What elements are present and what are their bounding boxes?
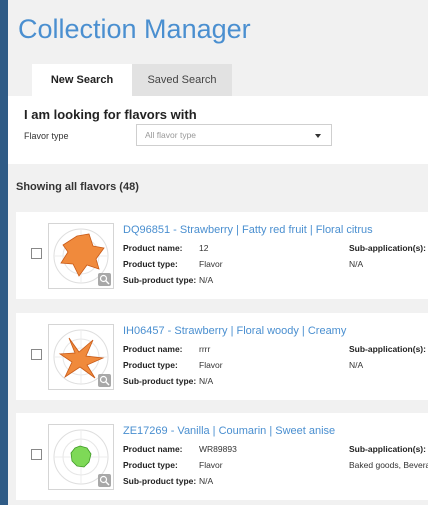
result-card: IH06457 - Strawberry | Floral woody | Cr… — [16, 313, 428, 400]
flavor-type-label: Flavor type — [24, 131, 69, 141]
collection-manager-page: Collection Manager New Search Saved Sear… — [8, 0, 428, 505]
product-title-link[interactable]: ZE17269 - Vanilla | Coumarin | Sweet ani… — [123, 425, 335, 437]
sub-application-value: Baked goods, Beverage — [349, 460, 428, 470]
product-type-label: Product type: — [123, 259, 178, 269]
product-type-label: Product type: — [123, 360, 178, 370]
sub-application-label: Sub-application(s): — [349, 243, 426, 253]
product-type-label: Product type: — [123, 460, 178, 470]
flavor-profile-shape — [60, 233, 105, 277]
sub-application-label: Sub-application(s): — [349, 344, 426, 354]
sub-product-type-value: N/A — [199, 376, 214, 386]
tab-new-search[interactable]: New Search — [32, 64, 132, 96]
sub-application-value: N/A — [349, 259, 364, 269]
sub-product-type-label: Sub-product type: — [123, 476, 197, 486]
sub-product-type-value: N/A — [199, 476, 214, 486]
product-name-value: WR89893 — [199, 444, 237, 454]
select-checkbox[interactable] — [31, 349, 42, 360]
flavor-profile-thumbnail[interactable] — [48, 424, 114, 490]
result-card: ZE17269 - Vanilla | Coumarin | Sweet ani… — [16, 413, 428, 500]
product-type-value: Flavor — [199, 360, 223, 370]
product-type-value: Flavor — [199, 460, 223, 470]
product-name-value: 12 — [199, 243, 209, 253]
sub-application-label: Sub-application(s): — [349, 444, 426, 454]
flavor-profile-thumbnail[interactable] — [48, 223, 114, 289]
result-card: DQ96851 - Strawberry | Fatty red fruit |… — [16, 212, 428, 299]
window-frame-left — [0, 0, 8, 505]
product-title-link[interactable]: DQ96851 - Strawberry | Fatty red fruit |… — [123, 224, 373, 236]
search-icon[interactable] — [98, 273, 111, 286]
flavor-type-select[interactable]: All flavor type — [136, 124, 332, 146]
select-checkbox[interactable] — [31, 248, 42, 259]
page-title: Collection Manager — [18, 14, 251, 44]
product-name-label: Product name: — [123, 344, 183, 354]
product-title-link[interactable]: IH06457 - Strawberry | Floral woody | Cr… — [123, 325, 346, 337]
results-summary: Showing all flavors (48) — [16, 181, 139, 193]
search-panel: I am looking for flavors with Flavor typ… — [8, 96, 428, 164]
sub-product-type-label: Sub-product type: — [123, 275, 197, 285]
search-icon[interactable] — [98, 374, 111, 387]
select-checkbox[interactable] — [31, 449, 42, 460]
product-name-label: Product name: — [123, 243, 183, 253]
sub-application-value: N/A — [349, 360, 364, 370]
chevron-down-icon — [315, 134, 321, 138]
flavor-profile-thumbnail[interactable] — [48, 324, 114, 390]
flavor-profile-shape — [70, 445, 92, 468]
sub-product-type-value: N/A — [199, 275, 214, 285]
flavor-type-value: All flavor type — [145, 130, 197, 140]
product-name-label: Product name: — [123, 444, 183, 454]
product-name-value: rrrr — [199, 344, 211, 354]
search-icon[interactable] — [98, 474, 111, 487]
product-type-value: Flavor — [199, 259, 223, 269]
sub-product-type-label: Sub-product type: — [123, 376, 197, 386]
tab-saved-search[interactable]: Saved Search — [132, 64, 232, 96]
search-heading: I am looking for flavors with — [24, 107, 197, 122]
